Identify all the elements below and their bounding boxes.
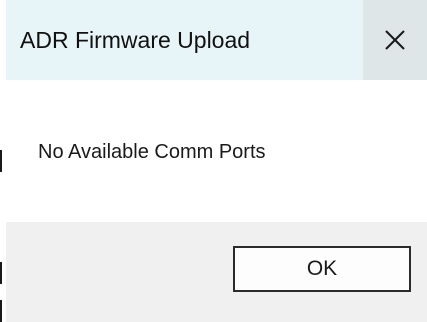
message-dialog: ADR Firmware Upload No Available Comm Po…: [0, 0, 427, 322]
dialog-message: No Available Comm Ports: [38, 141, 266, 163]
ok-button[interactable]: OK: [233, 246, 411, 292]
window-title: ADR Firmware Upload: [20, 27, 251, 53]
edge-mark: [0, 150, 2, 172]
edge-mark: [0, 262, 2, 284]
window-left-edge: [0, 0, 2, 322]
dialog-footer: OK: [6, 222, 427, 322]
edge-mark: [0, 300, 2, 322]
close-icon: [384, 29, 406, 51]
close-button[interactable]: [363, 0, 427, 80]
title-bar[interactable]: ADR Firmware Upload: [6, 0, 427, 80]
dialog-content: No Available Comm Ports: [6, 80, 427, 222]
